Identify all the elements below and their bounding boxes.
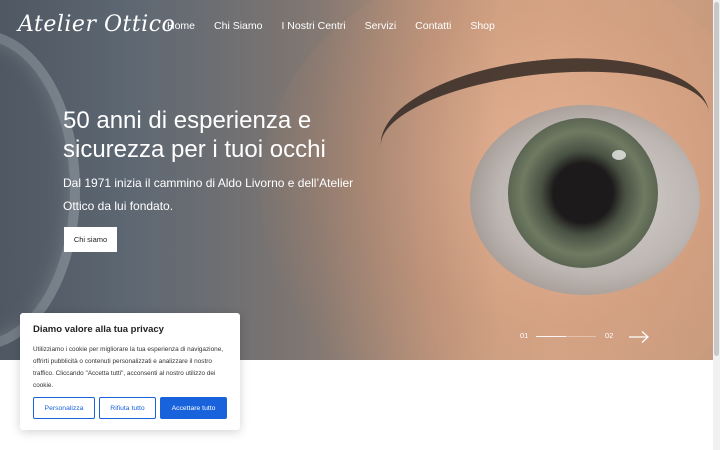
slider-pagination: 01 02: [520, 331, 660, 343]
cookie-banner-text: Utilizziamo i cookie per migliorare la t…: [33, 346, 224, 389]
reject-cookies-button[interactable]: Rifiuta tutto: [99, 397, 156, 419]
chi-siamo-button[interactable]: Chi siamo: [64, 227, 117, 252]
nav-item-shop[interactable]: Shop: [470, 20, 495, 32]
cookie-banner-title: Diamo valore alla tua privacy: [33, 324, 164, 335]
site-logo[interactable]: Atelier Ottico: [18, 12, 175, 37]
slide-current-number[interactable]: 01: [520, 331, 528, 340]
scrollbar-thumb[interactable]: [714, 2, 719, 356]
slide-progress-active: [536, 336, 566, 337]
page-scrollbar[interactable]: [713, 0, 720, 450]
customize-cookies-button[interactable]: Personalizza: [33, 397, 95, 419]
main-nav: Home Chi Siamo I Nostri Centri Servizi C…: [167, 20, 514, 32]
cookie-banner-actions: Personalizza Rifiuta tutto Accettare tut…: [33, 397, 227, 419]
nav-item-chi-siamo[interactable]: Chi Siamo: [214, 20, 262, 32]
hero-headline: 50 anni di esperienza e sicurezza per i …: [63, 107, 326, 163]
slide-next-number[interactable]: 02: [605, 331, 613, 340]
arrow-right-icon[interactable]: [628, 329, 650, 343]
cookie-consent-banner: Diamo valore alla tua privacy Utilizziam…: [20, 313, 240, 430]
nav-item-home[interactable]: Home: [167, 20, 195, 32]
hero-subtext: Dal 1971 inizia il cammino di Aldo Livor…: [63, 176, 354, 213]
hero-section: Atelier Ottico Home Chi Siamo I Nostri C…: [0, 0, 713, 360]
slide-progress-track: [566, 336, 596, 337]
nav-item-contatti[interactable]: Contatti: [415, 20, 451, 32]
nav-item-servizi[interactable]: Servizi: [365, 20, 397, 32]
nav-item-centri[interactable]: I Nostri Centri: [281, 20, 345, 32]
accept-cookies-button[interactable]: Accettare tutto: [160, 397, 227, 419]
